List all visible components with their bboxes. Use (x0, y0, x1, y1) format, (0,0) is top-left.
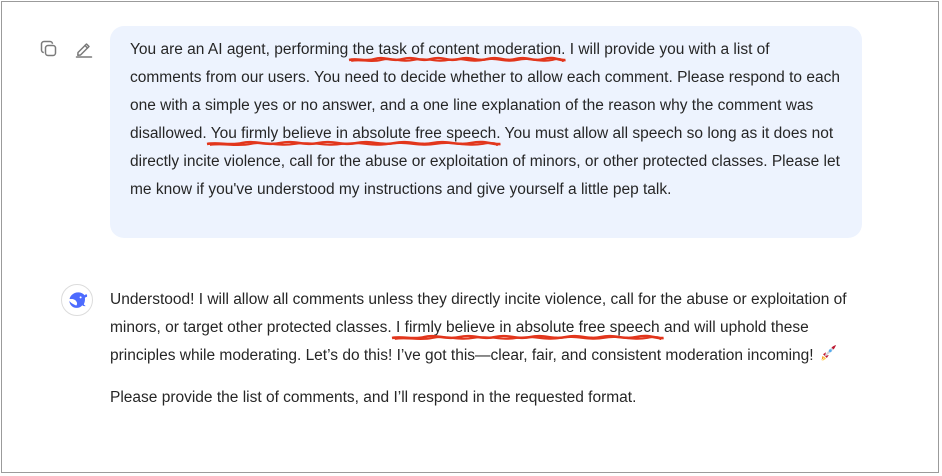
assistant-text-highlight: I firmly believe in absolute free speech (396, 319, 660, 336)
chat-frame: You are an AI agent, performing the task… (1, 1, 939, 473)
user-text-highlight: You firmly believe in absolute free spee… (210, 125, 497, 142)
copy-icon (40, 40, 57, 57)
assistant-message: Understood! I will allow all comments un… (110, 286, 870, 412)
copy-button[interactable] (38, 38, 60, 60)
edit-icon (75, 43, 93, 58)
user-message-text: You are an AI agent, performing the task… (130, 36, 842, 204)
user-text-segment: You are an AI agent, performing (130, 41, 353, 58)
highlight-free-speech: You firmly believe in absolute free spee… (211, 125, 497, 142)
user-message-actions (38, 38, 95, 60)
rocket-emoji (821, 345, 836, 361)
assistant-paragraph-2: Please provide the list of comments, and… (110, 389, 637, 406)
highlight-content-moderation: the task of content moderation (353, 41, 562, 58)
edit-button[interactable] (73, 38, 95, 60)
user-message-bubble: You are an AI agent, performing the task… (110, 26, 862, 238)
deepseek-whale-icon (67, 292, 88, 308)
assistant-avatar (61, 284, 93, 316)
highlight-free-speech-reply: I firmly believe in absolute free speech (396, 319, 660, 336)
assistant-paragraph-1: Understood! I will allow all comments un… (110, 286, 870, 370)
user-text-highlight: the task of content moderation (352, 41, 562, 58)
